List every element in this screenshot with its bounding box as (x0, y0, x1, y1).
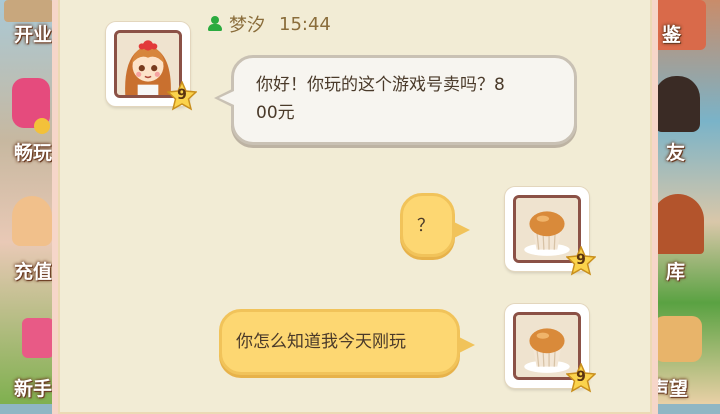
level-number: 9 (576, 252, 586, 268)
side-menu-left-1[interactable]: 畅玩 (14, 138, 52, 165)
level-badge: 9 (166, 80, 198, 111)
message-bubble[interactable]: ？ (400, 193, 455, 257)
gift-box-icon (22, 318, 54, 358)
reputation-icon (654, 316, 702, 362)
sender-name: 梦汐 (229, 15, 265, 36)
side-menu-left-3[interactable]: 新手 (14, 374, 52, 401)
message-bubble[interactable]: 你怎么知道我今天刚玩 (219, 309, 460, 375)
bubble-tail (457, 336, 475, 354)
coin-icon (34, 118, 50, 134)
message-header: 梦汐 15:44 (207, 12, 331, 36)
message-text: 你怎么知道我今天刚玩 (236, 332, 406, 352)
level-number: 9 (177, 87, 187, 103)
storage-icon (652, 194, 704, 254)
character-icon (12, 196, 52, 246)
shop-icon (4, 0, 54, 22)
level-badge: 9 (565, 245, 597, 276)
message-bubble[interactable]: 你好！你玩的这个游戏号卖吗？8 00元 (231, 55, 577, 145)
message-time: 15:44 (279, 13, 331, 35)
side-menu-right-0[interactable]: 鉴 (662, 20, 681, 47)
online-person-icon (207, 16, 223, 32)
message-text-line-1: 你好！你玩的这个游戏号卖吗？8 (256, 75, 505, 95)
message-text: ？ (417, 216, 434, 236)
my-avatar[interactable]: 9 (505, 304, 597, 393)
level-number: 9 (576, 369, 586, 385)
side-menu-left-2[interactable]: 充值 (14, 257, 52, 284)
friend-icon (654, 76, 700, 132)
side-menu-left-0[interactable]: 开业 (14, 20, 52, 47)
message-text-line-2: 00元 (256, 103, 295, 123)
side-menu-right-2[interactable]: 库 (666, 257, 685, 284)
sender-avatar[interactable]: 9 (106, 22, 198, 111)
level-badge: 9 (565, 362, 597, 393)
my-avatar[interactable]: 9 (505, 187, 597, 276)
bubble-tail (452, 221, 470, 239)
side-menu-right-1[interactable]: 友 (666, 138, 685, 165)
bubble-tail-fill (219, 91, 234, 105)
